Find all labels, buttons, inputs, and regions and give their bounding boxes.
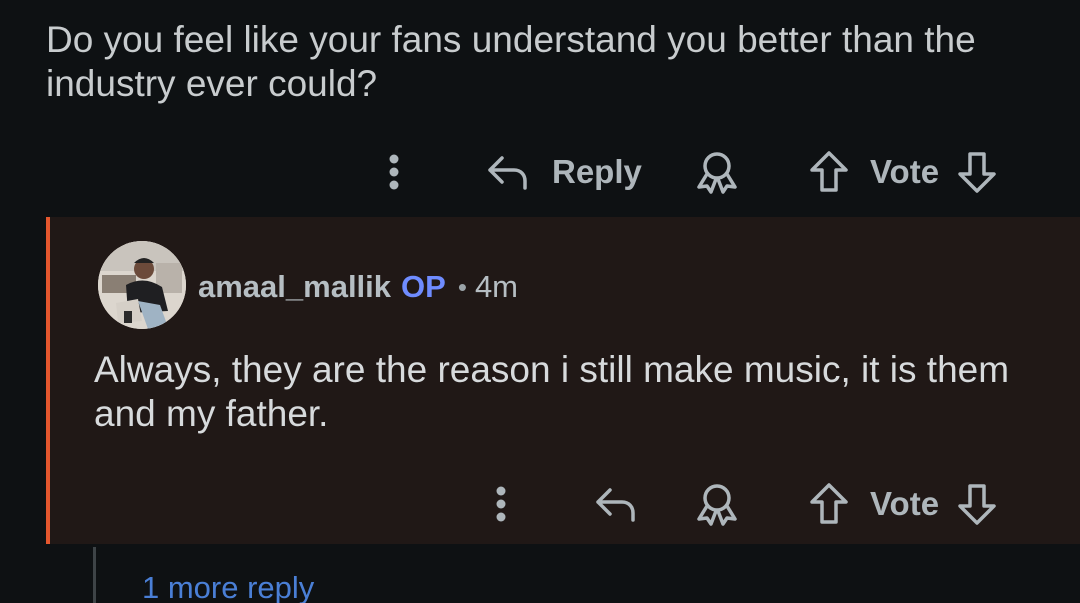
reply-button[interactable] — [592, 474, 640, 534]
vote-label: Vote — [870, 153, 940, 190]
meta-separator: • — [457, 272, 467, 302]
more-vertical-icon — [389, 154, 399, 190]
downvote-button[interactable] — [956, 474, 998, 534]
upvote-button[interactable] — [808, 474, 850, 534]
more-options-button[interactable] — [384, 142, 406, 202]
downvote-arrow-icon — [958, 484, 996, 525]
vote-count: Vote — [870, 474, 939, 534]
reply-meta: amaal_mallik OP • 4m — [198, 267, 518, 307]
reply-comment-text: Always, they are the reason i still make… — [94, 349, 1010, 434]
more-replies-link[interactable]: 1 more reply — [142, 568, 314, 603]
parent-comment-text: Do you feel like your fans understand yo… — [46, 19, 976, 104]
award-button[interactable] — [694, 142, 740, 202]
upvote-button[interactable] — [808, 142, 850, 202]
op-badge: OP — [401, 269, 446, 304]
award-button[interactable] — [694, 474, 740, 534]
vote-count: Vote — [870, 142, 939, 202]
reply-arrow-icon — [488, 156, 527, 190]
timestamp: 4m — [474, 269, 519, 304]
upvote-arrow-icon — [810, 483, 848, 524]
username[interactable]: amaal_mallik — [198, 267, 391, 307]
user-avatar[interactable] — [98, 241, 186, 329]
thread-line — [93, 547, 96, 603]
vote-label: Vote — [870, 485, 940, 522]
downvote-arrow-icon — [958, 152, 996, 193]
reply-action-bar: Vote — [0, 474, 1080, 534]
comment-thread: Do you feel like your fans understand yo… — [0, 0, 1080, 603]
reply-button[interactable]: Reply — [484, 142, 642, 202]
more-vertical-icon — [496, 486, 506, 522]
more-options-button[interactable] — [491, 474, 513, 534]
award-icon — [697, 152, 737, 194]
upvote-arrow-icon — [810, 151, 848, 192]
downvote-button[interactable] — [956, 142, 998, 202]
parent-action-bar: Reply Vote — [0, 142, 1080, 202]
reply-label: Reply — [552, 153, 642, 190]
reply-arrow-icon — [596, 488, 635, 522]
award-icon — [697, 484, 737, 526]
